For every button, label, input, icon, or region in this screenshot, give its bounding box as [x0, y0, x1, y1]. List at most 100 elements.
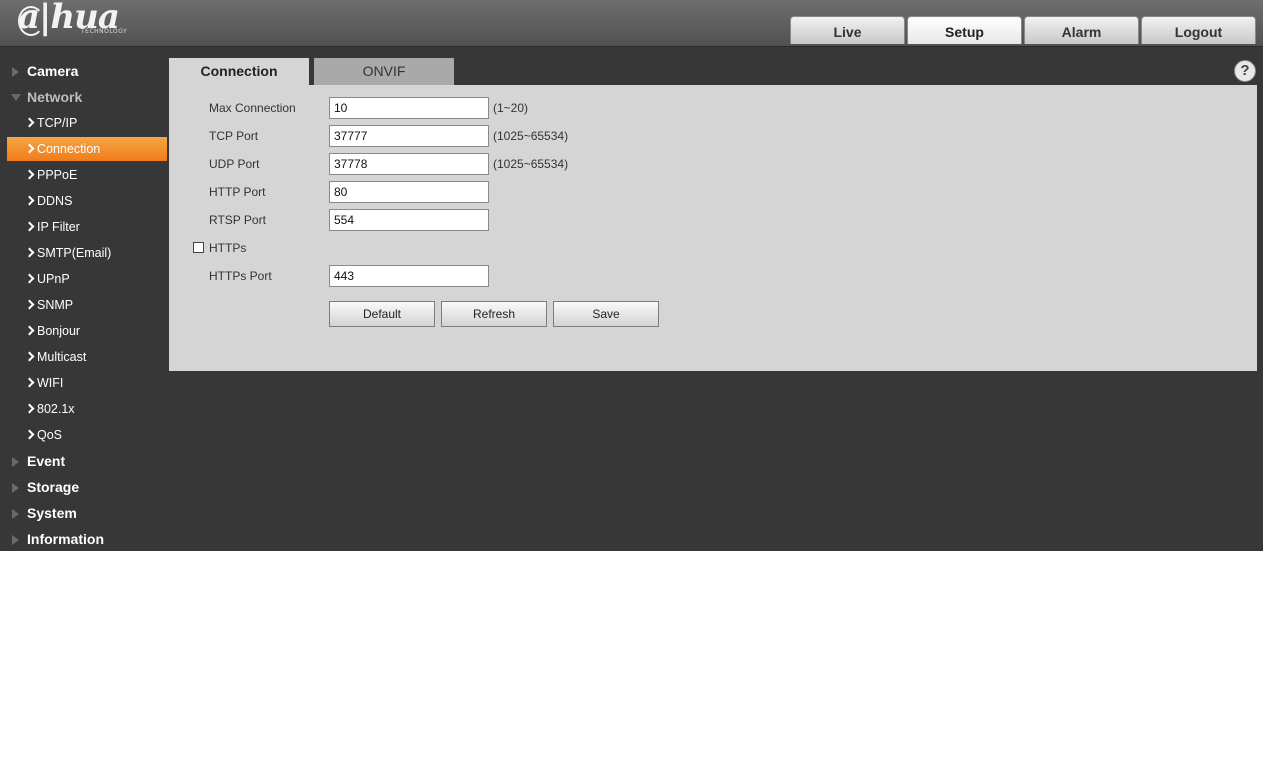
- chevron-right-icon: [24, 403, 35, 414]
- https-checkbox[interactable]: [193, 242, 204, 253]
- sidebar-system-label: System: [27, 505, 77, 521]
- sidebar-item-label: IP Filter: [37, 220, 80, 234]
- app-window: a|hua TECHNOLOGY Live Setup Alarm Logout…: [0, 0, 1263, 551]
- rtsp-port-input[interactable]: [329, 209, 489, 231]
- tab-connection[interactable]: Connection: [169, 58, 309, 85]
- nav-tab-alarm[interactable]: Alarm: [1024, 16, 1139, 44]
- https-label: HTTPs: [209, 241, 247, 255]
- sidebar-item-snmp[interactable]: SNMP: [7, 292, 167, 318]
- sidebar-item-upnp[interactable]: UPnP: [7, 266, 167, 292]
- rtsp-port-label: RTSP Port: [209, 213, 266, 227]
- sidebar-item-label: TCP/IP: [37, 116, 78, 130]
- tcp-port-input[interactable]: [329, 125, 489, 147]
- sidebar-network-label: Network: [27, 89, 83, 105]
- chevron-right-icon: [24, 351, 35, 362]
- sidebar-item-connection[interactable]: Connection: [7, 137, 167, 161]
- chevron-right-icon: [24, 273, 35, 284]
- dahua-logo: a|hua TECHNOLOGY: [18, 0, 127, 36]
- chevron-right-icon: [24, 195, 35, 206]
- sidebar-system[interactable]: System: [7, 500, 167, 526]
- sidebar-item-label: PPPoE: [37, 168, 78, 182]
- sidebar-item-pppoe[interactable]: PPPoE: [7, 162, 167, 188]
- chevron-right-icon: [24, 377, 35, 388]
- sidebar-camera-label: Camera: [27, 63, 79, 79]
- sidebar-item-label: Bonjour: [37, 324, 81, 338]
- tcp-port-hint: (1025~65534): [493, 129, 569, 143]
- nav-tab-setup[interactable]: Setup: [907, 16, 1022, 44]
- https-port-row: HTTPs Port: [169, 265, 769, 287]
- sidebar-item-label: WIFI: [37, 376, 64, 390]
- max-connection-row: Max Connection (1~20): [169, 97, 769, 119]
- max-connection-input[interactable]: [329, 97, 489, 119]
- chevron-right-icon: [24, 325, 35, 336]
- sidebar-item-bonjour[interactable]: Bonjour: [7, 318, 167, 344]
- main-nav: Live Setup Alarm Logout: [790, 16, 1256, 44]
- sidebar-item-label: DDNS: [37, 194, 73, 208]
- udp-port-label: UDP Port: [209, 157, 260, 171]
- tcp-port-label: TCP Port: [209, 129, 259, 143]
- sidebar-item-label: 802.1x: [37, 402, 75, 416]
- expanded-arrow-icon: [11, 94, 21, 101]
- rtsp-port-row: RTSP Port: [169, 209, 769, 231]
- sidebar-item-label: QoS: [37, 428, 63, 442]
- nav-tab-logout[interactable]: Logout: [1141, 16, 1256, 44]
- save-button[interactable]: Save: [553, 301, 659, 327]
- default-button[interactable]: Default: [329, 301, 435, 327]
- https-port-label: HTTPs Port: [209, 269, 272, 283]
- collapsed-arrow-icon: [12, 483, 19, 493]
- udp-port-input[interactable]: [329, 153, 489, 175]
- collapsed-arrow-icon: [12, 535, 19, 545]
- http-port-input[interactable]: [329, 181, 489, 203]
- content-tabs: Connection ONVIF: [169, 58, 454, 85]
- chevron-right-icon: [24, 169, 35, 180]
- sidebar-information-label: Information: [27, 531, 104, 547]
- http-port-row: HTTP Port: [169, 181, 769, 203]
- chevron-right-icon: [24, 299, 35, 310]
- sidebar-item-smtp[interactable]: SMTP(Email): [7, 240, 167, 266]
- sidebar-item-ddns[interactable]: DDNS: [7, 188, 167, 214]
- sidebar-network[interactable]: Network: [7, 84, 167, 110]
- collapsed-arrow-icon: [12, 67, 19, 77]
- logo-subtitle: TECHNOLOGY: [81, 28, 128, 35]
- help-icon[interactable]: ?: [1234, 60, 1256, 82]
- sidebar-information[interactable]: Information: [7, 526, 167, 552]
- https-row: HTTPs: [169, 237, 769, 259]
- tcp-port-row: TCP Port (1025~65534): [169, 125, 769, 147]
- udp-port-hint: (1025~65534): [493, 157, 569, 171]
- chevron-right-icon: [24, 143, 35, 154]
- sidebar-item-label: SNMP: [37, 298, 74, 312]
- sidebar-item-8021x[interactable]: 802.1x: [7, 396, 167, 422]
- collapsed-arrow-icon: [12, 457, 19, 467]
- sidebar-storage-label: Storage: [27, 479, 80, 495]
- collapsed-arrow-icon: [12, 509, 19, 519]
- sidebar-item-label: Connection: [37, 142, 101, 156]
- max-connection-hint: (1~20): [493, 101, 529, 115]
- max-connection-label: Max Connection: [209, 101, 296, 115]
- logo-ring-icon: [18, 6, 44, 36]
- connection-settings-panel: Max Connection (1~20) TCP Port (1025~655…: [169, 85, 1257, 371]
- chevron-right-icon: [24, 247, 35, 258]
- nav-tab-live[interactable]: Live: [790, 16, 905, 44]
- sidebar-item-label: SMTP(Email): [37, 246, 112, 260]
- sidebar-item-label: Multicast: [37, 350, 87, 364]
- sidebar-event-label: Event: [27, 453, 66, 469]
- http-port-label: HTTP Port: [209, 185, 266, 199]
- sidebar-item-ip-filter[interactable]: IP Filter: [7, 214, 167, 240]
- chevron-right-icon: [24, 117, 35, 128]
- sidebar-item-wifi[interactable]: WIFI: [7, 370, 167, 396]
- sidebar-item-label: UPnP: [37, 272, 70, 286]
- sidebar-event[interactable]: Event: [7, 448, 167, 474]
- sidebar-item-tcpip[interactable]: TCP/IP: [7, 110, 167, 136]
- https-port-input[interactable]: [329, 265, 489, 287]
- sidebar-item-qos[interactable]: QoS: [7, 422, 167, 448]
- sidebar-item-multicast[interactable]: Multicast: [7, 344, 167, 370]
- chevron-right-icon: [24, 429, 35, 440]
- sidebar: Camera Network TCP/IP Connection PPPoE D…: [7, 58, 167, 552]
- top-bar: a|hua TECHNOLOGY Live Setup Alarm Logout: [0, 0, 1263, 47]
- tab-onvif[interactable]: ONVIF: [314, 58, 454, 85]
- sidebar-storage[interactable]: Storage: [7, 474, 167, 500]
- chevron-right-icon: [24, 221, 35, 232]
- sidebar-camera[interactable]: Camera: [7, 58, 167, 84]
- refresh-button[interactable]: Refresh: [441, 301, 547, 327]
- udp-port-row: UDP Port (1025~65534): [169, 153, 769, 175]
